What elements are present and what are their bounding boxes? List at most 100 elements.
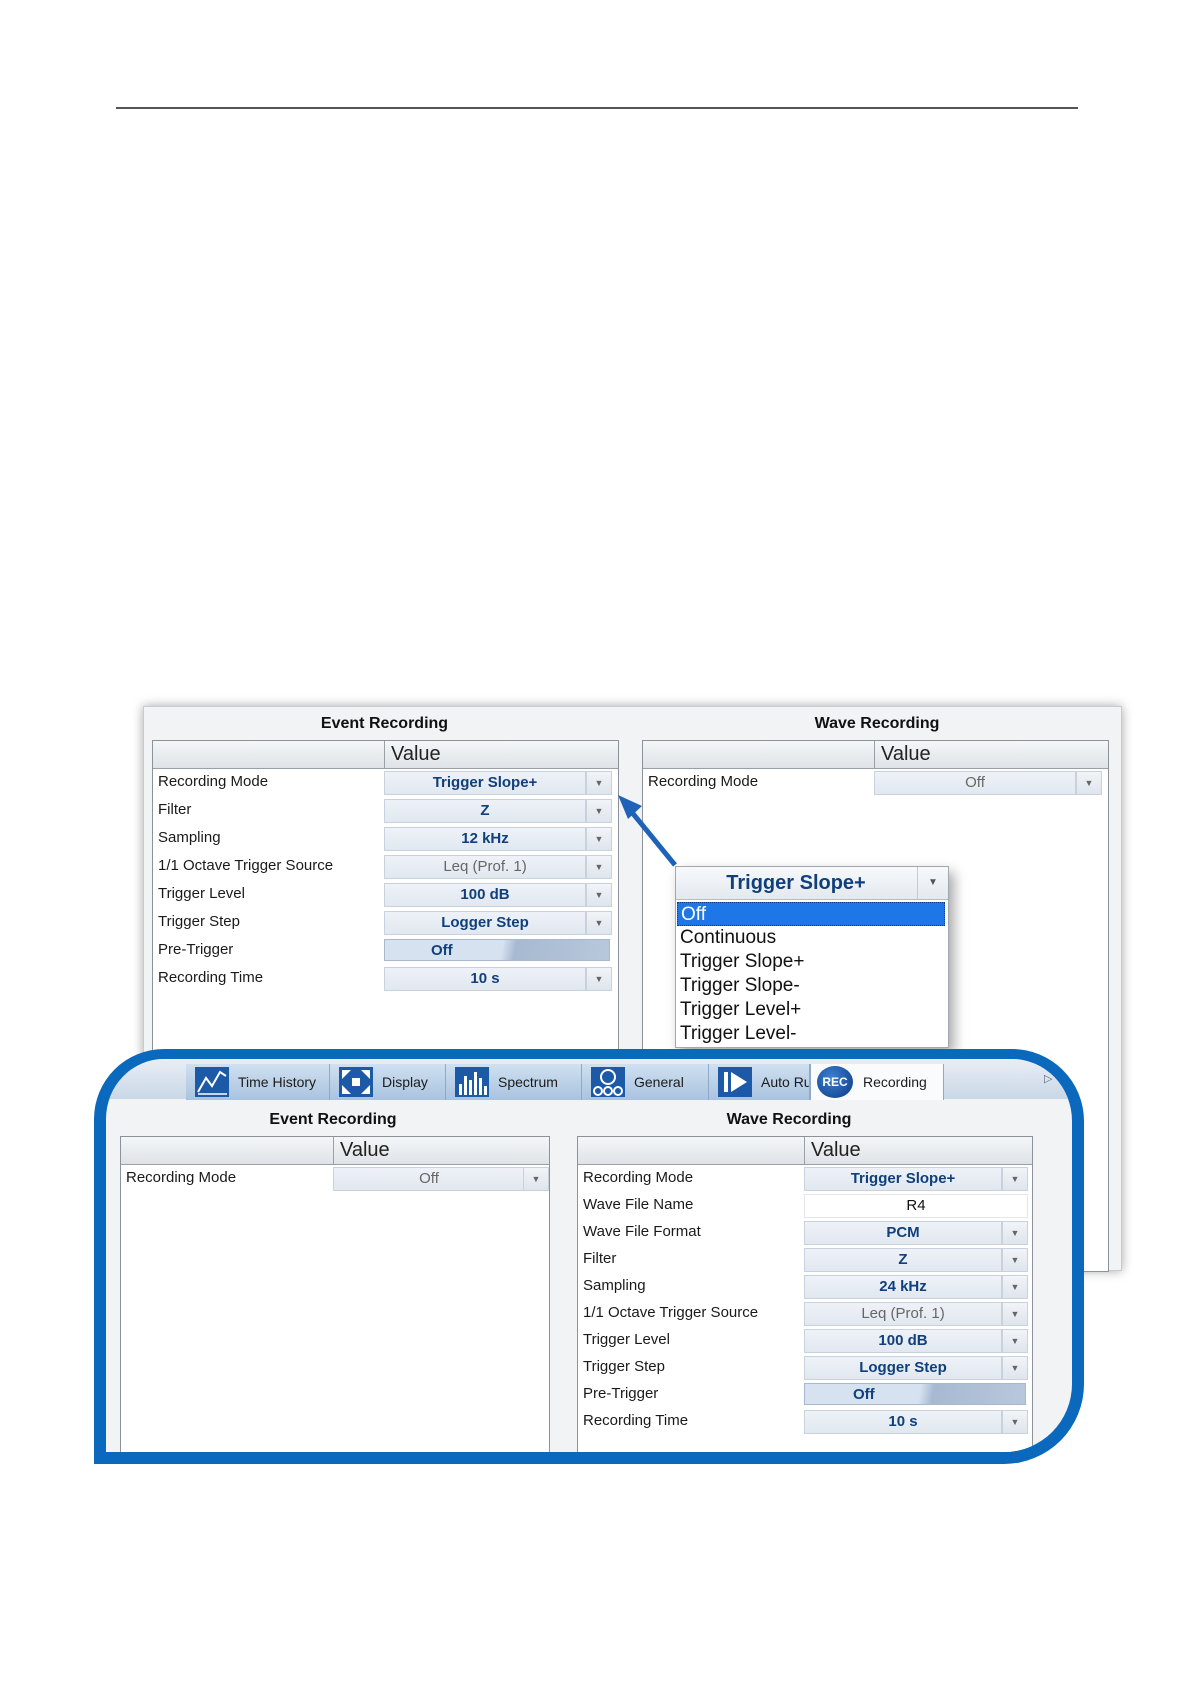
dropdown-selected-box[interactable]: Trigger Slope+ ▼ bbox=[676, 867, 948, 900]
row-label: Recording Time bbox=[583, 1412, 689, 1429]
row-pre-trigger[interactable]: Pre-Trigger Off bbox=[578, 1381, 1032, 1407]
dropdown-option[interactable]: Trigger Level- bbox=[677, 1022, 945, 1046]
rec-icon: REC bbox=[817, 1066, 853, 1098]
row-sampling[interactable]: Sampling 24 kHz ▼ bbox=[578, 1273, 1032, 1299]
tab-auto-run[interactable]: Auto Run bbox=[709, 1064, 810, 1100]
octave-trigger-source-value[interactable]: Leq (Prof. 1) bbox=[804, 1302, 1002, 1326]
chevron-down-icon[interactable]: ▼ bbox=[586, 827, 612, 851]
chevron-down-icon[interactable]: ▼ bbox=[1002, 1356, 1028, 1380]
chevron-down-icon[interactable]: ▼ bbox=[586, 967, 612, 991]
row-recording-mode[interactable]: Recording Mode Off ▼ bbox=[121, 1165, 549, 1191]
value-column-header: Value bbox=[804, 1137, 1032, 1164]
dropdown-option[interactable]: Trigger Slope+ bbox=[677, 950, 945, 974]
dropdown-option[interactable]: Continuous bbox=[677, 926, 945, 950]
sampling-value[interactable]: 24 kHz bbox=[804, 1275, 1002, 1299]
row-sampling[interactable]: Sampling 12 kHz ▼ bbox=[153, 825, 618, 851]
wave-recording-title: Wave Recording bbox=[814, 715, 940, 732]
tab-recording[interactable]: REC Recording bbox=[810, 1064, 944, 1100]
filter-value[interactable]: Z bbox=[804, 1248, 1002, 1272]
chevron-down-icon[interactable]: ▼ bbox=[917, 867, 948, 899]
row-pre-trigger[interactable]: Pre-Trigger Off bbox=[153, 937, 618, 963]
row-label: Pre-Trigger bbox=[583, 1385, 659, 1402]
chevron-down-icon[interactable]: ▼ bbox=[586, 911, 612, 935]
time-history-chart-icon bbox=[195, 1067, 229, 1097]
dropdown-selected-value: Trigger Slope+ bbox=[726, 872, 866, 894]
chevron-down-icon[interactable]: ▼ bbox=[586, 799, 612, 823]
value-column-header: Value bbox=[333, 1137, 549, 1164]
row-recording-mode[interactable]: Recording Mode Off ▼ bbox=[643, 769, 1108, 795]
chevron-down-icon[interactable]: ▼ bbox=[1002, 1329, 1028, 1353]
recording-mode-dropdown[interactable]: Trigger Slope+ ▼ Off Continuous Trigger … bbox=[675, 866, 949, 1048]
general-gears-icon bbox=[591, 1067, 625, 1097]
page-divider bbox=[116, 107, 1078, 109]
recording-mode-value[interactable]: Off bbox=[333, 1167, 525, 1191]
row-label: 1/1 Octave Trigger Source bbox=[158, 857, 334, 874]
trigger-step-value[interactable]: Logger Step bbox=[384, 911, 586, 935]
wave-file-name-input[interactable]: R4 bbox=[804, 1194, 1028, 1218]
chevron-down-icon[interactable]: ▼ bbox=[1002, 1275, 1028, 1299]
pre-trigger-toggle[interactable]: Off bbox=[384, 939, 610, 961]
trigger-level-value[interactable]: 100 dB bbox=[804, 1329, 1002, 1353]
tab-display[interactable]: Display bbox=[330, 1064, 446, 1100]
trigger-step-value[interactable]: Logger Step bbox=[804, 1356, 1002, 1380]
chevron-down-icon[interactable]: ▼ bbox=[1076, 771, 1102, 795]
event-recording-title: Event Recording bbox=[320, 715, 449, 732]
sampling-value[interactable]: 12 kHz bbox=[384, 827, 586, 851]
dropdown-option[interactable]: Trigger Slope- bbox=[677, 974, 945, 998]
recording-time-value[interactable]: 10 s bbox=[804, 1410, 1002, 1434]
recording-mode-value[interactable]: Off bbox=[874, 771, 1076, 795]
tab-bar: Time History Display Spectrum General Au… bbox=[106, 1059, 1072, 1100]
tab-general[interactable]: General bbox=[582, 1064, 709, 1100]
chevron-down-icon[interactable]: ▼ bbox=[1002, 1221, 1028, 1245]
row-octave-trigger-source[interactable]: 1/1 Octave Trigger Source Leq (Prof. 1) … bbox=[153, 853, 618, 879]
tab-time-history[interactable]: Time History bbox=[186, 1064, 330, 1100]
pre-trigger-toggle[interactable]: Off bbox=[804, 1383, 1026, 1405]
row-wave-file-name[interactable]: Wave File Name R4 bbox=[578, 1192, 1032, 1218]
chevron-down-icon[interactable]: ▼ bbox=[1002, 1302, 1028, 1326]
row-label: Recording Mode bbox=[126, 1169, 237, 1186]
octave-trigger-source-value[interactable]: Leq (Prof. 1) bbox=[384, 855, 586, 879]
chevron-down-icon[interactable]: ▼ bbox=[586, 771, 612, 795]
recording-mode-value[interactable]: Trigger Slope+ bbox=[384, 771, 586, 795]
row-recording-mode[interactable]: Recording Mode Trigger Slope+ ▼ bbox=[578, 1165, 1032, 1191]
row-label: Trigger Step bbox=[158, 913, 240, 930]
row-label: Wave File Format bbox=[583, 1223, 701, 1240]
chevron-down-icon[interactable]: ▼ bbox=[1002, 1167, 1028, 1191]
grid-header: Value bbox=[121, 1137, 549, 1165]
row-recording-time[interactable]: Recording Time 10 s ▼ bbox=[153, 965, 618, 991]
row-label: Sampling bbox=[158, 829, 221, 846]
row-trigger-level[interactable]: Trigger Level 100 dB ▼ bbox=[578, 1327, 1032, 1353]
dropdown-option[interactable]: Trigger Level+ bbox=[677, 998, 945, 1022]
row-recording-time[interactable]: Recording Time 10 s ▼ bbox=[578, 1408, 1032, 1434]
event-recording-grid: Value Recording Mode Off ▼ bbox=[120, 1136, 550, 1452]
row-trigger-step[interactable]: Trigger Step Logger Step ▼ bbox=[578, 1354, 1032, 1380]
tab-label: Recording bbox=[863, 1074, 927, 1090]
filter-value[interactable]: Z bbox=[384, 799, 586, 823]
recording-time-value[interactable]: 10 s bbox=[384, 967, 586, 991]
tab-spectrum[interactable]: Spectrum bbox=[446, 1064, 582, 1100]
trigger-level-value[interactable]: 100 dB bbox=[384, 883, 586, 907]
row-trigger-step[interactable]: Trigger Step Logger Step ▼ bbox=[153, 909, 618, 935]
row-label: Recording Mode bbox=[648, 773, 759, 790]
display-expand-icon bbox=[339, 1067, 373, 1097]
wave-file-format-value[interactable]: PCM bbox=[804, 1221, 1002, 1245]
row-wave-file-format[interactable]: Wave File Format PCM ▼ bbox=[578, 1219, 1032, 1245]
chevron-down-icon[interactable]: ▼ bbox=[1002, 1248, 1028, 1272]
chevron-down-icon[interactable]: ▼ bbox=[523, 1167, 549, 1191]
row-label: 1/1 Octave Trigger Source bbox=[583, 1304, 759, 1321]
tab-label: Display bbox=[382, 1074, 428, 1090]
row-trigger-level[interactable]: Trigger Level 100 dB ▼ bbox=[153, 881, 618, 907]
chevron-down-icon[interactable]: ▼ bbox=[586, 855, 612, 879]
row-label: Trigger Level bbox=[583, 1331, 670, 1348]
grid-header: Value bbox=[643, 741, 1108, 769]
row-label: Recording Mode bbox=[583, 1169, 694, 1186]
row-filter[interactable]: Filter Z ▼ bbox=[153, 797, 618, 823]
row-filter[interactable]: Filter Z ▼ bbox=[578, 1246, 1032, 1272]
chevron-down-icon[interactable]: ▼ bbox=[586, 883, 612, 907]
row-recording-mode[interactable]: Recording Mode Trigger Slope+ ▼ bbox=[153, 769, 618, 795]
row-octave-trigger-source[interactable]: 1/1 Octave Trigger Source Leq (Prof. 1) … bbox=[578, 1300, 1032, 1326]
chevron-down-icon[interactable]: ▼ bbox=[1002, 1410, 1028, 1434]
recording-mode-value[interactable]: Trigger Slope+ bbox=[804, 1167, 1002, 1191]
dropdown-option[interactable]: Off bbox=[677, 902, 945, 926]
tab-scroll-right-icon[interactable]: ▷ bbox=[1044, 1067, 1060, 1091]
